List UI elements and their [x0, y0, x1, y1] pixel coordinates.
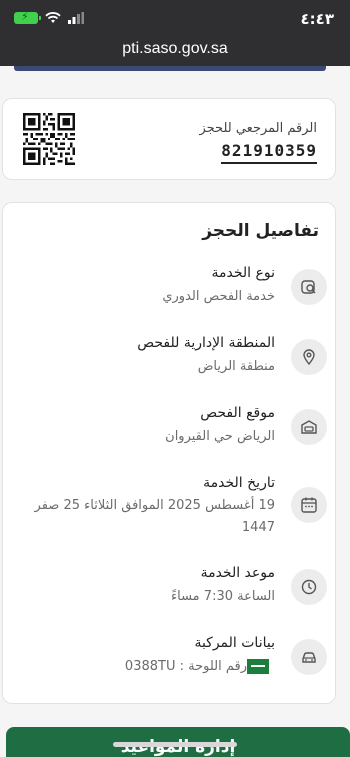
booking-details-title: تفاصيل الحجز	[202, 221, 319, 241]
qr-code-icon	[23, 113, 75, 165]
detail-label: موعد الخدمة	[200, 565, 275, 581]
home-indicator[interactable]	[113, 742, 237, 747]
detail-row-region: المنطقة الإدارية للفحص منطقة الرياض	[1, 335, 335, 385]
detail-row-vehicle: بيانات المركبة رقم اللوحة : 0388TU	[1, 635, 335, 685]
detail-row-service-type: نوع الخدمة خدمة الفحص الدوري	[1, 265, 335, 315]
status-icons: ⚡	[14, 10, 84, 24]
wifi-icon	[45, 12, 61, 23]
detail-label: تاريخ الخدمة	[203, 475, 275, 491]
detail-value: 19 أغسطس 2025 الموافق الثلاثاء 25 صفر 14…	[34, 498, 275, 535]
detail-value: خدمة الفحص الدوري	[162, 289, 275, 304]
battery-icon: ⚡	[14, 10, 41, 24]
browser-top-bar: ⚡ ٤:٤٣ pti.saso.gov.sa	[0, 0, 350, 66]
clock-icon	[291, 569, 327, 605]
inspection-icon	[291, 269, 327, 305]
status-time: ٤:٤٣	[300, 10, 334, 28]
reference-label: الرقم المرجعي للحجز	[199, 121, 317, 136]
address-bar-url[interactable]: pti.saso.gov.sa	[0, 40, 350, 58]
detail-label: المنطقة الإدارية للفحص	[137, 335, 275, 351]
header-underline	[14, 66, 326, 71]
booking-details-card: تفاصيل الحجز نوع الخدمة خدمة الفحص الدور…	[2, 202, 336, 704]
calendar-icon	[291, 487, 327, 523]
detail-row-date: تاريخ الخدمة 19 أغسطس 2025 الموافق الثلا…	[1, 475, 335, 545]
garage-icon	[291, 409, 327, 445]
detail-value: الرياض حي القيروان	[165, 429, 275, 444]
location-pin-icon	[291, 339, 327, 375]
detail-label: بيانات المركبة	[194, 635, 275, 651]
detail-value: رقم اللوحة : 0388TU	[125, 659, 275, 674]
detail-value: منطقة الرياض	[197, 359, 275, 374]
plate-number: رقم اللوحة : 0388TU	[124, 659, 247, 674]
detail-row-location: موقع الفحص الرياض حي القيروان	[1, 405, 335, 455]
signal-icon	[68, 12, 84, 24]
detail-label: نوع الخدمة	[211, 265, 275, 281]
detail-value: الساعة 7:30 مساءً	[171, 589, 275, 604]
saudi-flag-icon	[247, 659, 269, 674]
detail-row-time: موعد الخدمة الساعة 7:30 مساءً	[1, 565, 335, 615]
reference-number: 821910359	[221, 141, 317, 164]
car-icon	[291, 639, 327, 675]
detail-label: موقع الفحص	[200, 405, 275, 421]
reference-card: الرقم المرجعي للحجز 821910359	[2, 98, 336, 180]
